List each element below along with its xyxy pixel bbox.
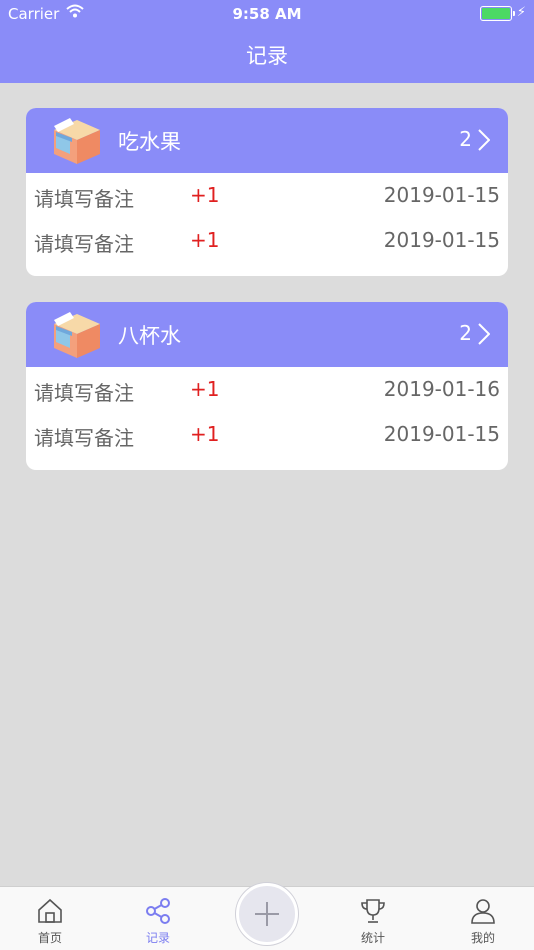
record-card[interactable]: 八杯水 2 请填写备注 +1 2019-01-16 请填写备注 +1 2019-… bbox=[26, 302, 508, 470]
card-title: 八杯水 bbox=[118, 324, 181, 348]
record-note: 请填写备注 bbox=[34, 426, 134, 450]
battery-icon bbox=[480, 6, 515, 21]
record-note: 请填写备注 bbox=[34, 187, 134, 211]
record-date: 2019-01-15 bbox=[383, 183, 500, 207]
tab-mine[interactable]: 我的 bbox=[443, 887, 523, 950]
shop-icon bbox=[54, 118, 100, 164]
record-row[interactable]: 请填写备注 +1 2019-01-15 bbox=[26, 412, 508, 457]
record-date: 2019-01-16 bbox=[383, 377, 500, 401]
status-time: 9:58 AM bbox=[232, 5, 302, 23]
card-header[interactable]: 八杯水 2 bbox=[26, 302, 508, 367]
tab-home[interactable]: 首页 bbox=[10, 887, 90, 950]
record-delta: +1 bbox=[190, 377, 220, 401]
chevron-right-icon[interactable] bbox=[478, 323, 490, 345]
tab-mine-label: 我的 bbox=[470, 931, 495, 945]
tab-bar: 首页 记录 统计 我的 bbox=[0, 883, 534, 950]
record-row[interactable]: 请填写备注 +1 2019-01-15 bbox=[26, 173, 508, 218]
card-header[interactable]: 吃水果 2 bbox=[26, 108, 508, 173]
record-delta: +1 bbox=[190, 228, 220, 252]
share-icon bbox=[146, 898, 170, 924]
card-count: 2 bbox=[459, 321, 472, 345]
page-title: 记录 bbox=[246, 44, 288, 68]
tab-records-label: 记录 bbox=[145, 931, 170, 945]
tab-stats[interactable]: 统计 bbox=[333, 887, 413, 950]
status-bar: Carrier 9:58 AM ⚡ bbox=[0, 0, 534, 28]
home-icon bbox=[38, 898, 62, 923]
trophy-icon bbox=[361, 899, 385, 923]
charging-icon: ⚡ bbox=[516, 5, 526, 20]
shop-icon bbox=[54, 312, 100, 358]
record-note: 请填写备注 bbox=[34, 232, 134, 256]
top-bar: Carrier 9:58 AM ⚡ 记录 bbox=[0, 0, 534, 83]
record-delta: +1 bbox=[190, 422, 220, 446]
record-delta: +1 bbox=[190, 183, 220, 207]
record-row[interactable]: 请填写备注 +1 2019-01-15 bbox=[26, 218, 508, 263]
record-date: 2019-01-15 bbox=[383, 228, 500, 252]
record-note: 请填写备注 bbox=[34, 381, 134, 405]
record-row[interactable]: 请填写备注 +1 2019-01-16 bbox=[26, 367, 508, 412]
user-icon bbox=[471, 899, 495, 924]
card-title: 吃水果 bbox=[118, 130, 181, 154]
plus-icon bbox=[255, 902, 279, 926]
tab-records[interactable]: 记录 bbox=[118, 887, 198, 950]
record-date: 2019-01-15 bbox=[383, 422, 500, 446]
tab-home-label: 首页 bbox=[37, 931, 62, 945]
card-count: 2 bbox=[459, 127, 472, 151]
record-card[interactable]: 吃水果 2 请填写备注 +1 2019-01-15 请填写备注 +1 2019-… bbox=[26, 108, 508, 276]
add-button[interactable] bbox=[236, 883, 298, 945]
tab-stats-label: 统计 bbox=[360, 931, 385, 945]
chevron-right-icon[interactable] bbox=[478, 129, 490, 151]
